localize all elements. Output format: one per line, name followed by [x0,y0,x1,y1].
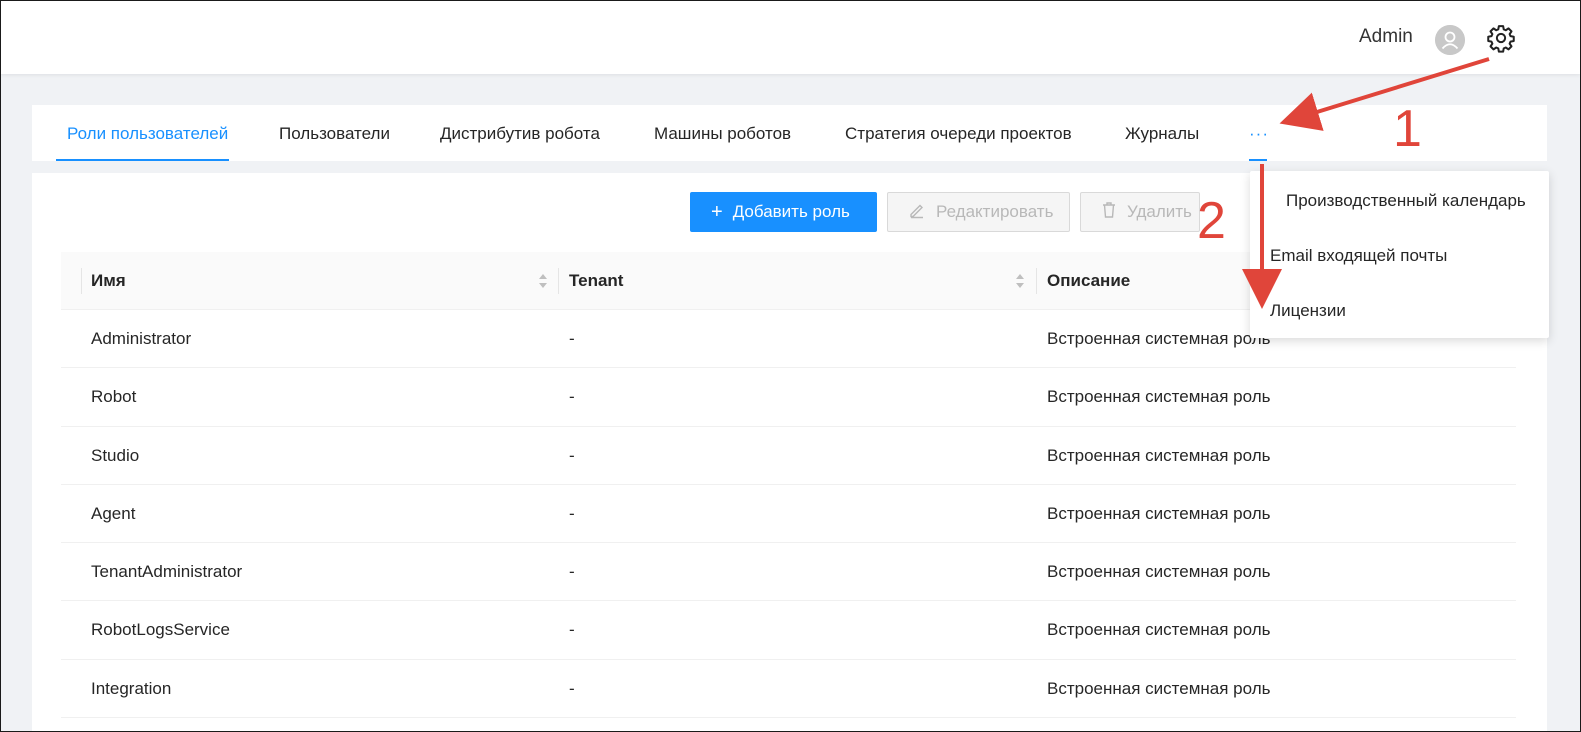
gear-icon[interactable] [1486,23,1516,53]
table-row[interactable]: TenantAdministrator - Встроенная системн… [61,543,1516,602]
delete-button[interactable]: Удалить [1080,192,1200,232]
cell-name: Robot [91,387,137,407]
tab-users[interactable]: Пользователи [279,105,390,161]
column-divider [558,268,559,294]
plus-icon: + [711,201,723,223]
table-row[interactable]: Robot - Встроенная системная роль [61,368,1516,427]
menu-item-incoming-email[interactable]: Email входящей почты [1270,246,1447,266]
cell-tenant: - [569,562,575,582]
cell-name: Agent [91,503,136,523]
cell-description: Встроенная системная роль [1047,678,1271,698]
cell-tenant: - [569,678,575,698]
annotation-step-2: 2 [1197,192,1226,250]
add-role-label: Добавить роль [732,202,850,221]
cell-name: Studio [91,445,140,465]
edit-label: Редактировать [936,202,1054,221]
table-row[interactable]: RobotLogsService - Встроенная системная … [61,601,1516,660]
add-role-button[interactable]: + Добавить роль [690,192,877,232]
pencil-icon [908,201,926,224]
menu-item-production-calendar[interactable]: Производственный календарь [1286,191,1526,211]
tab-logs[interactable]: Журналы [1125,105,1199,161]
cell-name: Integration [91,678,172,698]
tab-user-roles[interactable]: Роли пользователей [67,105,228,161]
column-divider [1036,268,1037,294]
sort-icon[interactable] [1015,272,1025,290]
app-window: Admin Роли пользователей Пользователи Ди… [0,0,1581,732]
menu-item-licenses[interactable]: Лицензии [1270,301,1346,321]
tab-more[interactable]: ··· [1249,105,1269,161]
cell-name: TenantAdministrator [91,562,243,582]
column-header-name[interactable]: Имя [91,252,126,310]
cell-name: Administrator [91,329,192,348]
cell-description: Встроенная системная роль [1047,329,1271,348]
cell-description: Встроенная системная роль [1047,445,1271,465]
cell-tenant: - [569,329,575,348]
column-divider [81,268,82,294]
trash-icon [1101,201,1117,224]
cell-tenant: - [569,387,575,407]
cell-description: Встроенная системная роль [1047,503,1271,523]
cell-tenant: - [569,620,575,640]
cell-description: Встроенная системная роль [1047,562,1271,582]
column-header-description: Описание [1047,271,1131,290]
more-tab-indicator [1249,159,1267,161]
delete-label: Удалить [1127,202,1192,221]
tab-queue-strategy[interactable]: Стратегия очереди проектов [845,105,1072,161]
cell-description: Встроенная системная роль [1047,387,1271,407]
sort-icon[interactable] [538,272,548,290]
tab-robot-distributive[interactable]: Дистрибутив робота [440,105,600,161]
cell-name: RobotLogsService [91,620,230,640]
tab-robot-machines[interactable]: Машины роботов [654,105,791,161]
cell-description: Встроенная системная роль [1047,620,1271,640]
user-avatar-icon[interactable] [1435,25,1465,55]
cell-tenant: - [569,445,575,465]
edit-button[interactable]: Редактировать [887,192,1070,232]
cell-tenant: - [569,503,575,523]
table-row[interactable]: Studio - Встроенная системная роль [61,427,1516,485]
table-row[interactable]: Agent - Встроенная системная роль [61,485,1516,544]
user-name[interactable]: Admin [1359,26,1413,48]
column-header-tenant[interactable]: Tenant [569,252,623,310]
annotation-step-1: 1 [1393,100,1422,158]
top-header: Admin [1,1,1580,74]
table-row[interactable]: Integration - Встроенная системная роль [61,660,1516,719]
active-tab-indicator [56,159,229,161]
more-tabs-dropdown: Производственный календарь Email входяще… [1250,171,1549,338]
tab-bar: Роли пользователей Пользователи Дистрибу… [32,105,1547,161]
